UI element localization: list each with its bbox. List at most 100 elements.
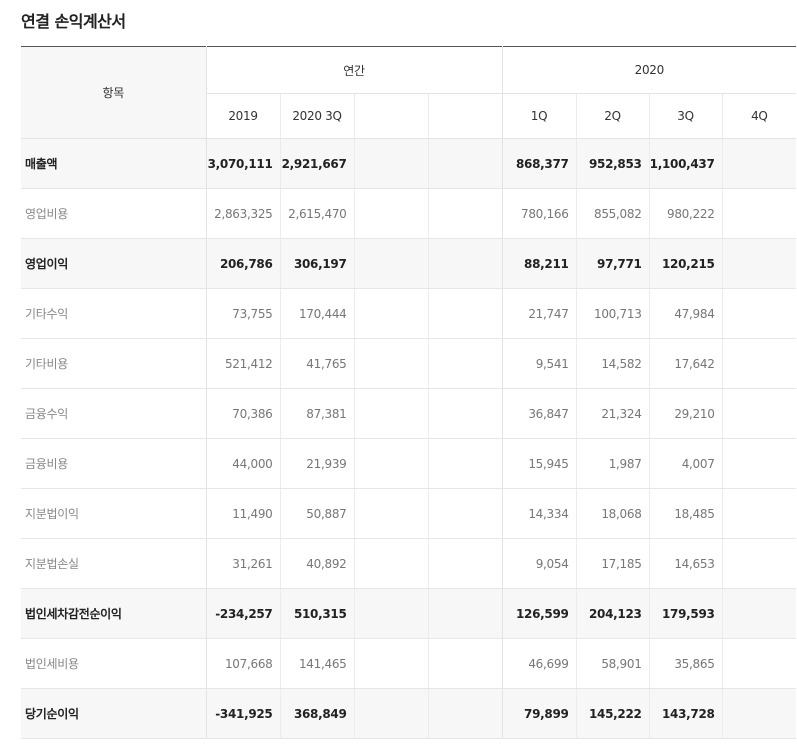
table-cell — [428, 588, 503, 639]
column-header-2020-3q: 2020 3Q — [280, 93, 355, 139]
annual-group-header: 연간 — [206, 46, 503, 94]
table-row: 법인세비용 107,668 141,465 46,699 58,901 35,865 — [21, 638, 797, 689]
table-row: 기타비용 521,412 41,765 9,541 14,582 17,642 — [21, 338, 797, 389]
table-cell: 4,007 — [649, 438, 723, 489]
table-cell: -234,257 — [206, 588, 281, 639]
table-cell: 952,853 — [576, 138, 650, 189]
table-cell — [722, 238, 797, 289]
table-cell — [722, 338, 797, 389]
table-cell: 206,786 — [206, 238, 281, 289]
table-cell: 141,465 — [280, 638, 355, 689]
table-row: 지분법손실 31,261 40,892 9,054 17,185 14,653 — [21, 538, 797, 589]
table-cell — [428, 438, 503, 489]
table-cell: 145,222 — [576, 688, 650, 739]
table-cell — [354, 188, 429, 239]
table-cell: 521,412 — [206, 338, 281, 389]
row-label: 영업비용 — [21, 188, 207, 239]
column-header-1q: 1Q — [502, 93, 577, 139]
table-cell — [354, 488, 429, 539]
table-cell: 50,887 — [280, 488, 355, 539]
row-label: 당기순이익 — [21, 688, 207, 739]
table-cell: 126,599 — [502, 588, 577, 639]
table-cell: 179,593 — [649, 588, 723, 639]
table-cell: 18,485 — [649, 488, 723, 539]
table-cell: 17,642 — [649, 338, 723, 389]
table-row: 영업이익 206,786 306,197 88,211 97,771 120,215 — [21, 238, 797, 289]
row-label: 지분법손실 — [21, 538, 207, 589]
table-row: 당기순이익 -341,925 368,849 79,899 145,222 143,728 — [21, 688, 797, 739]
table-cell: 46,699 — [502, 638, 577, 689]
table-cell: 29,210 — [649, 388, 723, 439]
item-column-header: 항목 — [21, 46, 207, 139]
table-cell — [354, 638, 429, 689]
table-cell: 14,582 — [576, 338, 650, 389]
table-cell — [722, 188, 797, 239]
row-label: 법인세차감전순이익 — [21, 588, 207, 639]
table-cell: 368,849 — [280, 688, 355, 739]
column-header-4q: 4Q — [722, 93, 797, 139]
table-cell: 47,984 — [649, 288, 723, 339]
table-row: 지분법이익 11,490 50,887 14,334 18,068 18,485 — [21, 488, 797, 539]
table-cell — [428, 138, 503, 189]
table-cell: 1,100,437 — [649, 138, 723, 189]
table-cell: 41,765 — [280, 338, 355, 389]
table-cell — [722, 288, 797, 339]
table-cell — [722, 438, 797, 489]
table-cell — [722, 538, 797, 589]
table-cell — [354, 288, 429, 339]
page-title: 연결 손익계산서 — [21, 12, 126, 31]
column-header-2019: 2019 — [206, 93, 281, 139]
table-cell — [428, 188, 503, 239]
table-body: 매출액 3,070,111 2,921,667 868,377 952,853 1,100… — [21, 138, 797, 739]
table-cell — [354, 438, 429, 489]
table-cell: 18,068 — [576, 488, 650, 539]
table-cell: 2,921,667 — [280, 138, 355, 189]
table-cell: 88,211 — [502, 238, 577, 289]
table-cell — [354, 538, 429, 589]
table-cell — [722, 488, 797, 539]
table-cell: 3,070,111 — [206, 138, 281, 189]
row-label: 기타비용 — [21, 338, 207, 389]
table-cell — [428, 288, 503, 339]
table-cell: 14,653 — [649, 538, 723, 589]
row-label: 매출액 — [21, 138, 207, 189]
table-cell — [354, 338, 429, 389]
table-cell — [428, 538, 503, 589]
table-cell — [722, 588, 797, 639]
table-cell: 980,222 — [649, 188, 723, 239]
income-statement-table: 항목 연간 2020 2019 2020 3Q 1Q 2Q 3Q 4Q 매출액 3… — [21, 46, 797, 739]
table-cell — [354, 388, 429, 439]
table-cell — [722, 138, 797, 189]
table-cell: 2,863,325 — [206, 188, 281, 239]
table-cell: 15,945 — [502, 438, 577, 489]
table-cell — [354, 138, 429, 189]
table-cell: 9,054 — [502, 538, 577, 589]
table-cell: -341,925 — [206, 688, 281, 739]
column-header-empty-2 — [428, 93, 503, 139]
table-cell: 1,987 — [576, 438, 650, 489]
table-cell: 36,847 — [502, 388, 577, 439]
column-header-3q: 3Q — [649, 93, 723, 139]
table-row: 금융수익 70,386 87,381 36,847 21,324 29,210 — [21, 388, 797, 439]
table-cell: 87,381 — [280, 388, 355, 439]
row-label: 기타수익 — [21, 288, 207, 339]
table-cell: 780,166 — [502, 188, 577, 239]
table-cell: 97,771 — [576, 238, 650, 289]
table-row: 금융비용 44,000 21,939 15,945 1,987 4,007 — [21, 438, 797, 489]
table-cell: 21,939 — [280, 438, 355, 489]
table-cell: 107,668 — [206, 638, 281, 689]
table-cell: 855,082 — [576, 188, 650, 239]
column-header-2q: 2Q — [576, 93, 650, 139]
column-header-empty-1 — [354, 93, 429, 139]
row-label: 영업이익 — [21, 238, 207, 289]
table-cell — [354, 688, 429, 739]
table-cell: 17,185 — [576, 538, 650, 589]
row-label: 지분법이익 — [21, 488, 207, 539]
table-cell: 21,324 — [576, 388, 650, 439]
table-cell — [428, 338, 503, 389]
table-cell: 31,261 — [206, 538, 281, 589]
table-cell: 9,541 — [502, 338, 577, 389]
table-row: 영업비용 2,863,325 2,615,470 780,166 855,082 980,… — [21, 188, 797, 239]
table-cell: 2,615,470 — [280, 188, 355, 239]
table-cell: 11,490 — [206, 488, 281, 539]
